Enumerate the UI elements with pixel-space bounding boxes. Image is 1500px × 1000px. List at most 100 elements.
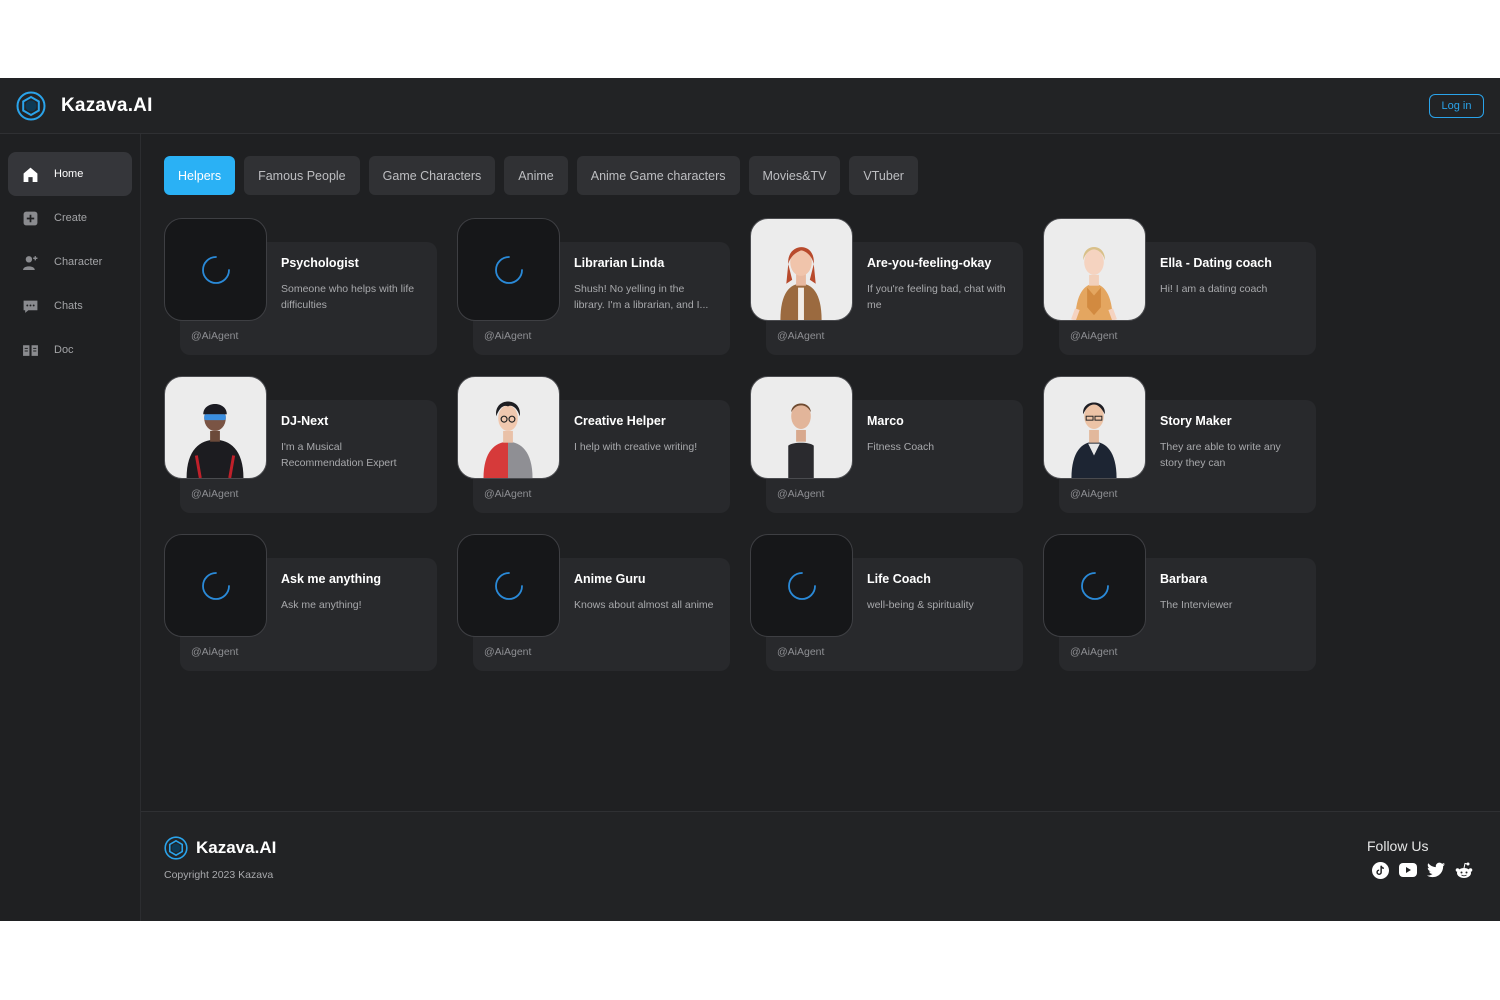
brand-name[interactable]: Kazava.AI xyxy=(61,95,153,117)
twitter-icon[interactable] xyxy=(1427,861,1445,879)
character-card[interactable]: Creative Helper I help with creative wri… xyxy=(457,376,730,513)
tiktok-icon[interactable] xyxy=(1371,861,1389,879)
card-description: Ask me anything! xyxy=(281,599,362,611)
loading-spinner-icon xyxy=(494,571,523,600)
follow-us-label: Follow Us xyxy=(1367,838,1429,854)
card-handle: @AiAgent xyxy=(1070,488,1118,500)
tab-helpers[interactable]: Helpers xyxy=(164,156,236,195)
sidebar-item-chats[interactable]: Chats xyxy=(8,284,132,328)
logo-icon xyxy=(164,836,188,860)
card-title: Creative Helper xyxy=(574,414,666,428)
tab-vtuber[interactable]: VTuber xyxy=(849,156,918,195)
character-card[interactable]: Are-you-feeling-okay If you're feeling b… xyxy=(750,218,1023,355)
character-card[interactable]: Life Coach well-being & spirituality @Ai… xyxy=(750,534,1023,671)
card-description: Shush! No yelling in the library. I'm a … xyxy=(574,283,709,311)
card-description: Someone who helps with life difficulties xyxy=(281,283,415,311)
character-card[interactable]: Story Maker They are able to write any s… xyxy=(1043,376,1316,513)
card-description: The Interviewer xyxy=(1160,599,1233,611)
character-card[interactable]: Librarian Linda Shush! No yelling in the… xyxy=(457,218,730,355)
character-card[interactable]: Barbara The Interviewer @AiAgent xyxy=(1043,534,1316,671)
sidebar-item-create[interactable]: Create xyxy=(8,196,132,240)
card-handle: @AiAgent xyxy=(191,330,239,342)
card-handle: @AiAgent xyxy=(484,330,532,342)
card-title: Are-you-feeling-okay xyxy=(867,256,992,270)
card-handle: @AiAgent xyxy=(191,646,239,658)
sidebar-item-label: Character xyxy=(54,256,103,268)
card-description: Fitness Coach xyxy=(867,441,935,453)
sidebar: Home Create Character Chats Doc xyxy=(0,134,141,921)
avatar xyxy=(457,376,560,479)
card-handle: @AiAgent xyxy=(777,646,825,658)
loading-spinner-icon xyxy=(201,255,230,284)
sidebar-item-label: Create xyxy=(54,212,88,224)
sidebar-item-doc[interactable]: Doc xyxy=(8,328,132,372)
card-title: Marco xyxy=(867,414,904,428)
sidebar-item-home[interactable]: Home xyxy=(8,152,132,196)
main-content: Helpers Famous People Game Characters An… xyxy=(141,134,1500,811)
card-title: Ask me anything xyxy=(281,572,382,586)
card-title: DJ-Next xyxy=(281,414,329,428)
card-handle: @AiAgent xyxy=(1070,330,1118,342)
character-card[interactable]: DJ-Next I'm a Musical Recommendation Exp… xyxy=(164,376,437,513)
character-card[interactable]: Ella - Dating coach Hi! I am a dating co… xyxy=(1043,218,1316,355)
avatar xyxy=(1043,534,1146,637)
sidebar-item-label: Doc xyxy=(54,344,74,356)
card-description: well-being & spirituality xyxy=(867,599,974,611)
card-title: Psychologist xyxy=(281,256,359,270)
avatar xyxy=(750,218,853,321)
loading-spinner-icon xyxy=(201,571,230,600)
category-tabs: Helpers Famous People Game Characters An… xyxy=(164,156,918,195)
card-description: I help with creative writing! xyxy=(574,441,698,453)
avatar xyxy=(750,534,853,637)
youtube-icon[interactable] xyxy=(1399,861,1417,879)
card-handle: @AiAgent xyxy=(191,488,239,500)
home-icon xyxy=(23,167,38,182)
tab-game-characters[interactable]: Game Characters xyxy=(368,156,496,195)
character-portrait-icon xyxy=(186,403,244,478)
sidebar-item-character[interactable]: Character xyxy=(8,240,132,284)
card-handle: @AiAgent xyxy=(777,330,825,342)
social-links xyxy=(1371,861,1473,879)
character-portrait-icon xyxy=(483,401,533,478)
character-card[interactable]: Ask me anything Ask me anything! @AiAgen… xyxy=(164,534,437,671)
chat-bubble-icon xyxy=(23,300,38,313)
loading-spinner-icon xyxy=(494,255,523,284)
avatar xyxy=(1043,218,1146,321)
card-title: Story Maker xyxy=(1160,414,1232,428)
reddit-icon[interactable] xyxy=(1455,861,1473,879)
card-title: Ella - Dating coach xyxy=(1160,256,1272,270)
card-description: Hi! I am a dating coach xyxy=(1160,283,1268,295)
character-portrait-icon xyxy=(1071,402,1117,478)
card-title: Anime Guru xyxy=(574,572,646,586)
login-button[interactable]: Log in xyxy=(1429,94,1484,118)
card-handle: @AiAgent xyxy=(484,646,532,658)
tab-famous-people[interactable]: Famous People xyxy=(244,156,360,195)
character-card[interactable]: Psychologist Someone who helps with life… xyxy=(164,218,437,355)
card-title: Life Coach xyxy=(867,572,931,586)
tab-anime-game-characters[interactable]: Anime Game characters xyxy=(576,156,740,195)
loading-spinner-icon xyxy=(787,571,816,600)
logo-icon[interactable] xyxy=(16,91,46,121)
sidebar-item-label: Chats xyxy=(54,300,83,312)
app: Kazava.AI Log in Home Create Character C… xyxy=(0,78,1500,921)
footer: Kazava.AI Copyright 2023 Kazava Follow U… xyxy=(141,811,1500,921)
tab-movies-tv[interactable]: Movies&TV xyxy=(748,156,841,195)
avatar xyxy=(457,534,560,637)
card-handle: @AiAgent xyxy=(777,488,825,500)
plus-square-icon xyxy=(23,211,38,225)
card-title: Librarian Linda xyxy=(574,256,665,270)
avatar xyxy=(164,534,267,637)
book-icon xyxy=(23,344,38,356)
copyright-text: Copyright 2023 Kazava xyxy=(164,869,274,881)
character-portrait-icon xyxy=(1071,246,1117,320)
tab-anime[interactable]: Anime xyxy=(504,156,568,195)
card-handle: @AiAgent xyxy=(1070,646,1118,658)
avatar xyxy=(1043,376,1146,479)
sidebar-item-label: Home xyxy=(54,168,84,180)
character-card[interactable]: Marco Fitness Coach @AiAgent xyxy=(750,376,1023,513)
footer-brand: Kazava.AI xyxy=(196,838,277,857)
character-portrait-icon xyxy=(774,403,828,478)
character-card[interactable]: Anime Guru Knows about almost all anime … xyxy=(457,534,730,671)
card-description: Knows about almost all anime xyxy=(574,599,714,611)
top-bar: Kazava.AI Log in xyxy=(0,78,1500,134)
